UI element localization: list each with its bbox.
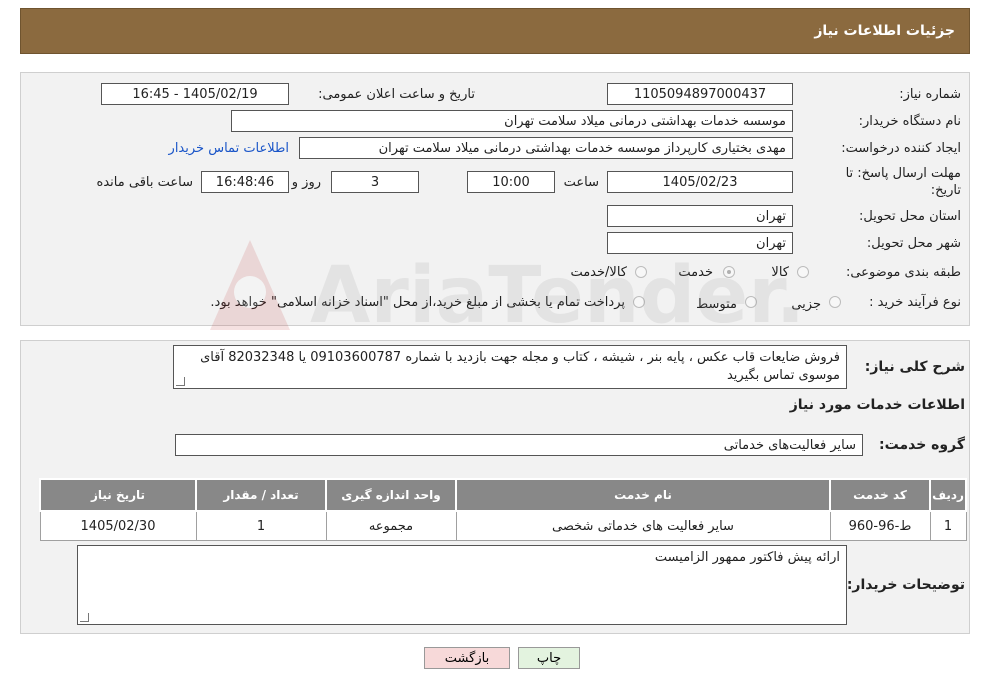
days-field: 3 bbox=[331, 171, 419, 193]
cell-row-index: 1 bbox=[929, 510, 967, 541]
deadline-label: مهلت ارسال پاسخ: تا bbox=[845, 166, 961, 181]
summary-textarea[interactable]: فروش ضایعات قاب عکس ، پایه بنر ، شیشه ، … bbox=[173, 345, 847, 389]
purchase-option-medium: متوسط bbox=[696, 297, 737, 312]
col-header-unit: واحد اندازه گیری bbox=[325, 478, 457, 512]
cell-quantity: 1 bbox=[195, 510, 327, 541]
deadline-time-label: ساعت bbox=[563, 175, 599, 190]
need-info-panel: شماره نیاز: 1105094897000437 تاریخ و ساع… bbox=[20, 72, 970, 326]
table-row: 1 ط-96-960 سایر فعالیت های خدماتی شخصی م… bbox=[39, 510, 967, 541]
service-group-field: سایر فعالیت‌های خدماتی bbox=[175, 434, 863, 456]
table-header-row: ردیف کد خدمت نام خدمت واحد اندازه گیری ت… bbox=[39, 478, 967, 512]
purchase-radio-treasury[interactable] bbox=[633, 296, 645, 308]
need-details-panel: شرح کلی نیاز: فروش ضایعات قاب عکس ، پایه… bbox=[20, 340, 970, 634]
city-field: تهران bbox=[607, 232, 793, 254]
services-table: ردیف کد خدمت نام خدمت واحد اندازه گیری ت… bbox=[39, 478, 967, 541]
col-header-row-index: ردیف bbox=[929, 478, 967, 512]
remaining-time-field: 16:48:46 bbox=[201, 171, 289, 193]
resize-grip-icon[interactable] bbox=[80, 613, 89, 622]
page-header: جزئیات اطلاعات نیاز bbox=[20, 8, 970, 54]
print-button[interactable]: چاپ bbox=[518, 647, 580, 669]
col-header-service-name: نام خدمت bbox=[455, 478, 831, 512]
province-label: استان محل تحویل: bbox=[859, 209, 961, 224]
cell-need-date: 1405/02/30 bbox=[39, 510, 197, 541]
col-header-quantity: تعداد / مقدار bbox=[195, 478, 327, 512]
page-title: جزئیات اطلاعات نیاز bbox=[814, 23, 955, 39]
purchase-type-label: نوع فرآیند خرید : bbox=[869, 295, 961, 310]
buyer-org-label: نام دستگاه خریدار: bbox=[858, 114, 961, 129]
deadline-date-field: 1405/02/23 bbox=[607, 171, 793, 193]
back-button[interactable]: بازگشت bbox=[424, 647, 510, 669]
days-label: روز و bbox=[291, 175, 321, 190]
services-section-title: اطلاعات خدمات مورد نیاز bbox=[789, 397, 965, 413]
buyer-contact-link[interactable]: اطلاعات تماس خریدار bbox=[169, 141, 289, 156]
resize-grip-icon[interactable] bbox=[176, 377, 185, 386]
col-header-need-date: تاریخ نیاز bbox=[39, 478, 197, 512]
service-group-label: گروه خدمت: bbox=[879, 437, 965, 453]
creator-label: ایجاد کننده درخواست: bbox=[841, 141, 961, 156]
purchase-treasury-note: پرداخت تمام یا بخشی از مبلغ خرید،از محل … bbox=[210, 295, 625, 310]
province-field: تهران bbox=[607, 205, 793, 227]
buyer-notes-label: توضیحات خریدار: bbox=[846, 577, 965, 593]
remaining-label: ساعت باقی مانده bbox=[96, 175, 193, 190]
summary-text: فروش ضایعات قاب عکس ، پایه بنر ، شیشه ، … bbox=[200, 350, 840, 383]
announce-datetime-field: 1405/02/19 - 16:45 bbox=[101, 83, 289, 105]
category-option-service: خدمت bbox=[678, 265, 713, 280]
cell-service-name: سایر فعالیت های خدماتی شخصی bbox=[455, 510, 831, 541]
purchase-radio-medium[interactable] bbox=[745, 296, 757, 308]
category-radio-goods[interactable] bbox=[797, 266, 809, 278]
need-number-label: شماره نیاز: bbox=[899, 87, 961, 102]
need-number-field: 1105094897000437 bbox=[607, 83, 793, 105]
city-label: شهر محل تحویل: bbox=[866, 236, 961, 251]
summary-label: شرح کلی نیاز: bbox=[864, 359, 965, 375]
category-radio-service[interactable] bbox=[723, 266, 735, 278]
category-option-goods: کالا bbox=[771, 265, 789, 280]
purchase-radio-minor[interactable] bbox=[829, 296, 841, 308]
category-radio-goods-service[interactable] bbox=[635, 266, 647, 278]
creator-field: مهدی بختیاری کارپرداز موسسه خدمات بهداشت… bbox=[299, 137, 793, 159]
cell-service-code: ط-96-960 bbox=[829, 510, 931, 541]
deadline-time-field: 10:00 bbox=[467, 171, 555, 193]
buyer-org-field: موسسه خدمات بهداشتی درمانی میلاد سلامت ت… bbox=[231, 110, 793, 132]
deadline-label-date: تاریخ: bbox=[930, 183, 961, 198]
purchase-option-minor: جزیی bbox=[791, 297, 821, 312]
announce-label: تاریخ و ساعت اعلان عمومی: bbox=[318, 87, 475, 102]
category-option-goods-service: کالا/خدمت bbox=[570, 265, 627, 280]
cell-unit: مجموعه bbox=[325, 510, 457, 541]
buyer-notes-text: ارائه پیش فاکتور ممهور الزامیست bbox=[654, 550, 840, 565]
col-header-service-code: کد خدمت bbox=[829, 478, 931, 512]
buyer-notes-textarea[interactable]: ارائه پیش فاکتور ممهور الزامیست bbox=[77, 545, 847, 625]
category-label: طبقه بندی موضوعی: bbox=[845, 265, 961, 280]
